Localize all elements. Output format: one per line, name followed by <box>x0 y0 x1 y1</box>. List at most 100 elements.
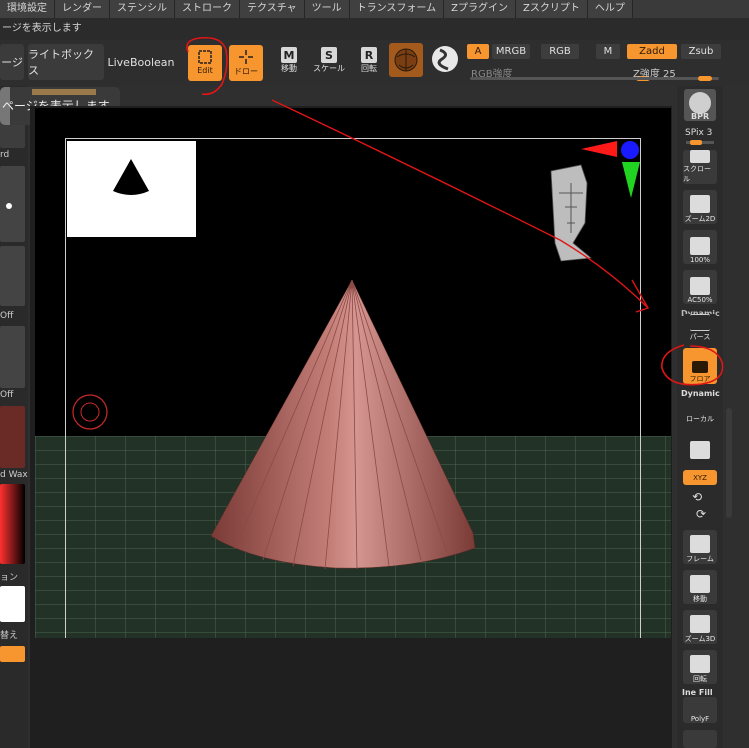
scale-button[interactable]: S スケール <box>312 45 346 81</box>
menu-item[interactable]: テクスチャ <box>240 0 305 18</box>
edit-label: Edit <box>197 66 213 75</box>
edit-icon <box>198 50 212 64</box>
half-size-button[interactable]: AC50% <box>683 270 717 304</box>
rotate-label: 回転 <box>361 64 377 73</box>
subline-text: ージを表示します <box>0 18 749 40</box>
perspective-button[interactable]: パース <box>683 314 717 342</box>
frame-icon <box>690 535 710 553</box>
move3d-button[interactable]: 移動 <box>683 570 717 604</box>
menu-item[interactable]: Zスクリプト <box>515 0 588 18</box>
actual-size-label: 100% <box>689 256 710 264</box>
floor-button[interactable]: フロア <box>683 348 717 384</box>
magnifier-icon <box>690 195 710 213</box>
swap-color-button[interactable] <box>0 646 25 662</box>
hand-move-icon <box>690 575 710 593</box>
scale-label: スケール <box>313 64 345 73</box>
rgb-button[interactable]: RGB <box>541 44 579 59</box>
alpha-slot[interactable] <box>0 246 25 306</box>
texture-slot[interactable] <box>0 326 25 388</box>
m-label: M <box>603 46 613 57</box>
actual-size-button[interactable]: 100% <box>683 230 717 264</box>
texture-button[interactable] <box>430 44 460 74</box>
spix-slider[interactable] <box>686 140 714 145</box>
menu-item[interactable]: ツール <box>304 0 350 18</box>
draw-button[interactable]: ドロー <box>229 45 263 81</box>
lock-icon <box>690 441 710 459</box>
move-label: 移動 <box>281 64 297 73</box>
half-size-label: AC50% <box>687 296 713 304</box>
local-button[interactable]: ローカル <box>683 398 717 424</box>
floor-label: フロア <box>689 375 711 383</box>
draw-icon <box>239 50 253 64</box>
page-button[interactable]: ージ <box>0 44 24 80</box>
main-color-swatch[interactable] <box>0 586 25 622</box>
move-icon: M <box>281 47 297 63</box>
perspective-grid-icon <box>690 314 710 331</box>
magnifier-100-icon <box>690 237 710 255</box>
menu-item[interactable]: ステンシル <box>110 0 175 18</box>
zsub-button[interactable]: Zsub <box>681 44 721 59</box>
liveboolean-label: LiveBoolean <box>107 55 175 69</box>
gizmo-head-icon[interactable] <box>541 163 601 263</box>
rotate-button[interactable]: R 回転 <box>352 45 386 81</box>
local-label: ローカル <box>686 415 714 423</box>
left-label-3: Off <box>0 390 14 400</box>
material-slot[interactable] <box>0 406 25 468</box>
menu-item[interactable]: ストローク <box>175 0 240 18</box>
zadd-label: Zadd <box>639 46 665 57</box>
material-button[interactable] <box>389 43 423 77</box>
lock-button[interactable] <box>683 430 717 460</box>
z-intensity-knob[interactable] <box>698 76 712 81</box>
edit-button[interactable]: Edit <box>188 45 222 81</box>
rotate-icon: R <box>361 47 377 63</box>
a-label: A <box>474 46 482 57</box>
zoom3d-button[interactable]: ズーム3D <box>683 610 717 644</box>
lightbox-button[interactable]: ライトボックス <box>28 44 104 80</box>
move-button[interactable]: M 移動 <box>272 45 306 81</box>
line-fill-label: Ine Fill <box>682 688 713 697</box>
rotate-z-icon[interactable]: ⟳ <box>696 507 706 521</box>
left-label-1: rd <box>0 150 10 160</box>
move-key: M <box>283 48 295 62</box>
liveboolean-button[interactable]: LiveBoolean <box>107 44 175 80</box>
green-axis-arrow-icon <box>622 162 640 198</box>
spix-knob[interactable] <box>690 140 702 145</box>
menu-item[interactable]: Zプラグイン <box>444 0 516 18</box>
zsub-label: Zsub <box>688 46 714 57</box>
material-sphere-icon <box>394 48 418 72</box>
zoom2d-button[interactable]: ズーム2D <box>683 190 717 224</box>
stroke-slot[interactable] <box>0 166 25 242</box>
hand-icon <box>690 150 710 163</box>
3d-viewport[interactable] <box>35 108 671 638</box>
a-button[interactable]: A <box>467 44 489 59</box>
m-button[interactable]: M <box>596 44 620 59</box>
zadd-button[interactable]: Zadd <box>627 44 677 59</box>
rgb-label: RGB <box>549 46 571 57</box>
menu-item[interactable]: トランスフォーム <box>349 0 445 18</box>
polyf-button[interactable]: PolyF <box>683 697 717 723</box>
right-scrollbar[interactable] <box>726 408 732 518</box>
page-button-label: ージ <box>1 56 23 69</box>
left-label-5: ョン <box>0 573 19 583</box>
transp-button[interactable] <box>683 730 717 748</box>
magnifier-50-icon <box>690 277 710 295</box>
mrgb-button[interactable]: MRGB <box>492 44 530 59</box>
rgb-intensity-slider[interactable] <box>470 77 650 80</box>
left-label-2: Off <box>0 311 14 321</box>
color-picker[interactable] <box>0 484 25 564</box>
menu-item[interactable]: ヘルプ <box>587 0 633 18</box>
rotate3d-button[interactable]: 回転 <box>683 650 717 684</box>
rotate-y-icon[interactable]: ⟲ <box>692 490 702 504</box>
scroll-button[interactable]: スクロール <box>683 150 717 184</box>
xyz-button[interactable]: XYZ <box>683 470 717 485</box>
frame-button[interactable]: フレーム <box>683 530 717 564</box>
rotate-key: R <box>364 48 374 62</box>
left-panel: rd Off Off d Wax ョン 替え <box>0 86 28 748</box>
dot-icon <box>6 203 12 209</box>
rotate3d-icon <box>690 655 710 673</box>
rotate3d-label: 回転 <box>693 675 707 683</box>
menu-item[interactable]: レンダー <box>55 0 110 18</box>
blue-axis-dot-icon <box>621 141 639 159</box>
menu-item[interactable]: 環境設定 <box>0 0 55 18</box>
perspective-label: パース <box>689 333 711 341</box>
